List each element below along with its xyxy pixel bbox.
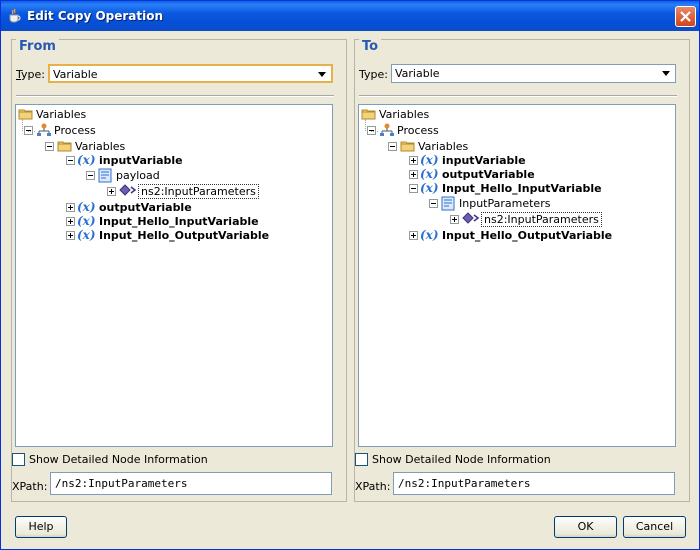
from-type-value: Variable [53,68,98,81]
from-show-detail-checkbox[interactable] [12,453,25,466]
collapse-icon[interactable] [45,142,54,151]
from-panel-title: From [16,39,59,54]
tree-connector [371,131,378,132]
help-button[interactable]: Help [15,516,67,538]
variable-icon: (x) [420,228,439,242]
from-xpath-label: XPath: [12,480,48,493]
from-type-select[interactable]: Variable [48,64,333,83]
expand-icon[interactable] [409,231,418,240]
from-panel: From Type: Variable Variables Process Vari… [11,39,347,502]
expand-icon[interactable] [409,156,418,165]
tree-node-label: Process [54,124,96,137]
expand-icon[interactable] [66,217,75,226]
collapse-icon[interactable] [66,156,75,165]
tree-node[interactable]: Process [16,123,332,139]
variable-icon: (x) [77,228,96,242]
expand-icon[interactable] [409,170,418,179]
close-icon [680,11,691,22]
tree-node[interactable]: (x) Input_Hello_OutputVariable [359,228,675,244]
tree-node-label: Process [397,124,439,137]
variable-icon: (x) [77,214,96,228]
ok-button[interactable]: OK [554,516,617,538]
process-icon [36,123,52,140]
to-panel-title: To [359,39,382,54]
tree-node-label: ns2:InputParameters [481,212,602,227]
to-type-value: Variable [395,67,440,80]
tree-node[interactable]: InputParameters [359,196,675,212]
to-xpath-field[interactable]: /ns2:InputParameters [393,472,675,495]
variable-icon: (x) [77,153,96,167]
process-icon [379,123,395,140]
element-icon [119,184,137,199]
tree-node[interactable]: Process [359,123,675,139]
tree-node[interactable]: ns2:InputParameters [359,212,675,228]
to-show-detail-text: Show Detailed Node Information [372,453,551,466]
tree-connector [22,119,23,131]
tree-connector [28,131,35,132]
cancel-button[interactable]: Cancel [623,516,686,538]
to-show-detail-label[interactable]: Show Detailed Node Information [372,453,551,466]
edit-copy-operation-dialog: Edit Copy Operation From Type: Variable … [0,0,700,550]
tree-node[interactable]: payload [16,168,332,184]
tree-node-label: payload [116,169,160,182]
tree-node-label: Variables [418,140,469,153]
tree-node[interactable]: (x) Input_Hello_InputVariable [359,181,675,197]
from-show-detail-text: Show Detailed Node Information [29,453,208,466]
chevron-down-icon[interactable] [314,67,330,82]
folder-icon [18,107,34,124]
to-type-label-text: Type: [359,68,388,81]
tree-node[interactable]: ns2:InputParameters [16,184,332,200]
tree-node[interactable]: Variables [359,107,675,123]
from-type-label: Type: [16,68,45,81]
to-xpath-label: XPath: [355,480,391,493]
tree-node-label: Input_Hello_InputVariable [442,182,602,195]
collapse-icon[interactable] [86,171,95,180]
close-button[interactable] [675,6,696,27]
to-type-select[interactable]: Variable [391,64,676,83]
to-variable-tree[interactable]: Variables Process Variables (x) inputVariabl… [358,104,676,447]
tree-node[interactable]: (x) Input_Hello_OutputVariable [16,228,332,244]
to-panel: To Type: Variable Variables Process Variab… [354,39,690,502]
tree-connector [365,119,366,131]
tree-node-label: Variables [75,140,126,153]
expand-icon[interactable] [66,231,75,240]
tree-node-label: outputVariable [442,168,535,181]
window-title: Edit Copy Operation [27,9,164,23]
tree-node[interactable]: (x) inputVariable [16,153,332,169]
folder-icon [361,107,377,124]
tree-node-label: inputVariable [99,154,183,167]
title-bar[interactable]: Edit Copy Operation [1,1,699,31]
tree-node-label: Variables [36,108,87,121]
to-show-detail-checkbox[interactable] [355,453,368,466]
variable-icon: (x) [420,181,439,195]
to-separator [359,95,677,97]
from-variable-tree[interactable]: Variables Process Variables (x) inputVariabl… [15,104,333,447]
from-xpath-field[interactable]: /ns2:InputParameters [50,472,332,495]
variable-icon: (x) [420,167,439,181]
tree-node-label: InputParameters [459,197,551,210]
tree-node-label: Input_Hello_InputVariable [99,215,259,228]
tree-node[interactable]: Variables [16,107,332,123]
coffee-cup-icon [9,8,21,23]
tree-node-label: inputVariable [442,154,526,167]
tree-node-label: outputVariable [99,201,192,214]
tree-node-label: ns2:InputParameters [138,184,259,199]
tree-node-label: Input_Hello_OutputVariable [99,229,270,242]
collapse-icon[interactable] [388,142,397,151]
variable-icon: (x) [420,153,439,167]
collapse-icon[interactable] [409,184,418,193]
variable-icon: (x) [77,200,96,214]
tree-node-label: Input_Hello_OutputVariable [442,229,613,242]
from-type-label-text: ype: [21,68,45,81]
from-show-detail-label[interactable]: Show Detailed Node Information [29,453,208,466]
expand-icon[interactable] [450,215,459,224]
from-separator [16,95,334,97]
to-type-label: Type: [359,68,388,81]
element-icon [462,212,480,227]
expand-icon[interactable] [66,203,75,212]
chevron-down-icon[interactable] [658,66,674,81]
tree-node-label: Variables [379,108,430,121]
expand-icon[interactable] [107,187,116,196]
collapse-icon[interactable] [429,199,438,208]
